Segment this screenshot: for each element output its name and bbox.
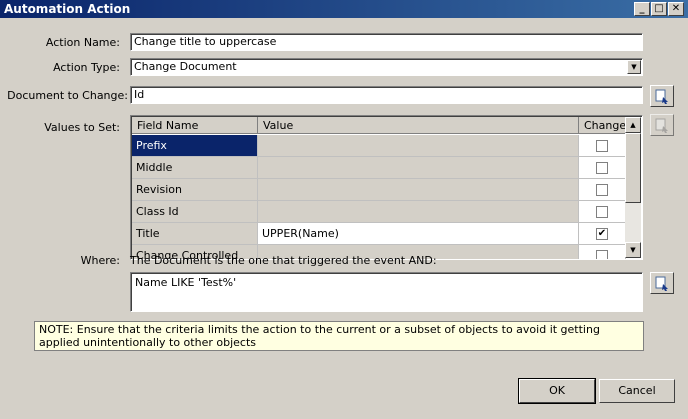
scroll-down-icon[interactable]: ▼ xyxy=(625,242,641,258)
field-name-cell[interactable]: Revision xyxy=(132,179,258,201)
value-cell[interactable] xyxy=(258,135,579,157)
minimize-button[interactable]: _ xyxy=(634,2,650,16)
checkbox-checked[interactable]: ✔ xyxy=(596,228,608,240)
cancel-button[interactable]: Cancel xyxy=(599,379,675,403)
change-cell xyxy=(579,135,626,157)
action-name-label: Action Name: xyxy=(45,36,120,49)
header-change[interactable]: Change xyxy=(579,117,626,134)
values-label: Values to Set: xyxy=(44,121,120,134)
value-cell[interactable] xyxy=(258,179,579,201)
chevron-down-icon[interactable]: ▼ xyxy=(627,60,641,74)
scroll-up-icon[interactable]: ▲ xyxy=(625,117,641,133)
table-row[interactable]: Title UPPER(Name) ✔ xyxy=(132,223,626,245)
grid-header: Field Name Value Change xyxy=(132,117,626,134)
document-field[interactable]: Id xyxy=(130,86,643,104)
table-row[interactable]: Middle xyxy=(132,157,626,179)
field-name-cell[interactable]: Title xyxy=(132,223,258,245)
action-type-label: Action Type: xyxy=(53,61,120,74)
checkbox[interactable] xyxy=(596,184,608,196)
action-type-value: Change Document xyxy=(134,60,237,73)
where-description: The Document is the one that triggered t… xyxy=(130,254,437,267)
note-text: NOTE: Ensure that the criteria limits th… xyxy=(34,321,644,351)
header-field-name[interactable]: Field Name xyxy=(132,117,258,134)
value-cell[interactable] xyxy=(258,201,579,223)
change-cell: ✔ xyxy=(579,223,626,245)
field-name-cell[interactable]: Middle xyxy=(132,157,258,179)
where-picker-button[interactable] xyxy=(650,272,674,294)
values-picker-button[interactable] xyxy=(650,114,674,136)
maximize-button[interactable]: □ xyxy=(651,2,667,16)
change-cell xyxy=(579,201,626,223)
picker-icon xyxy=(655,118,668,133)
change-cell xyxy=(579,179,626,201)
close-button[interactable]: ✕ xyxy=(668,2,684,16)
where-criteria-field[interactable]: Name LIKE 'Test%' xyxy=(130,272,643,312)
scroll-thumb[interactable] xyxy=(625,133,641,203)
change-cell xyxy=(579,157,626,179)
action-type-select[interactable]: Change Document ▼ xyxy=(130,58,643,76)
field-name-cell[interactable]: Prefix xyxy=(132,135,258,157)
checkbox[interactable] xyxy=(596,206,608,218)
value-cell[interactable] xyxy=(258,157,579,179)
window-title: Automation Action xyxy=(4,2,131,16)
title-bar: Automation Action xyxy=(0,0,688,18)
change-cell xyxy=(579,245,626,259)
table-row[interactable]: Revision xyxy=(132,179,626,201)
picker-icon xyxy=(655,89,668,104)
table-row[interactable]: Class Id xyxy=(132,201,626,223)
document-label: Document to Change: xyxy=(7,89,128,102)
document-picker-button[interactable] xyxy=(650,85,674,107)
picker-icon xyxy=(655,276,668,291)
table-row[interactable]: Prefix xyxy=(132,135,626,157)
action-name-field[interactable]: Change title to uppercase xyxy=(130,33,643,51)
header-value[interactable]: Value xyxy=(258,117,579,134)
checkbox[interactable] xyxy=(596,140,608,152)
values-grid[interactable]: Field Name Value Change Prefix Middle Revi… xyxy=(130,115,643,260)
checkbox[interactable] xyxy=(596,250,608,259)
value-cell[interactable]: UPPER(Name) xyxy=(258,223,579,245)
checkbox[interactable] xyxy=(596,162,608,174)
where-label: Where: xyxy=(80,254,120,267)
ok-button[interactable]: OK xyxy=(518,378,596,404)
field-name-cell[interactable]: Class Id xyxy=(132,201,258,223)
grid-scrollbar[interactable]: ▲ ▼ xyxy=(625,117,641,258)
